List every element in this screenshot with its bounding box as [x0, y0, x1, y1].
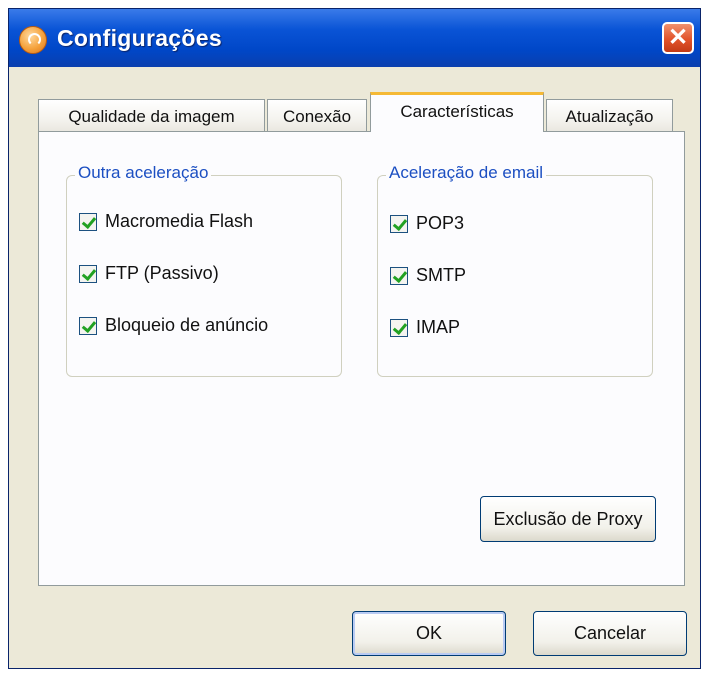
- checkbox-label: SMTP: [416, 265, 467, 285]
- tab-conexao[interactable]: Conexão: [267, 99, 367, 133]
- checkmark-icon[interactable]: [79, 213, 97, 231]
- checkmark-icon[interactable]: [390, 215, 408, 233]
- checkmark-icon[interactable]: [390, 267, 408, 285]
- checkmark-icon[interactable]: [79, 317, 97, 335]
- tab-qualidade-da-imagem[interactable]: Qualidade da imagem: [38, 99, 265, 133]
- checkbox-label: FTP (Passivo): [105, 263, 219, 283]
- ok-button[interactable]: OK: [352, 611, 506, 656]
- title-bar[interactable]: Configurações ✕: [9, 9, 700, 67]
- checkbox-label: IMAP: [416, 317, 461, 337]
- group-legend-outra-aceleracao: Outra aceleração: [75, 163, 212, 183]
- checkbox-label: Macromedia Flash: [105, 211, 254, 231]
- group-aceleracao-de-email: Aceleração de email POP3 SMTP IMAP: [377, 163, 653, 377]
- checkbox-label: Bloqueio de anúncio: [105, 315, 269, 335]
- group-legend-aceleracao-de-email: Aceleração de email: [386, 163, 547, 183]
- group-outra-aceleracao: Outra aceleração Macromedia Flash FTP (P…: [66, 163, 342, 377]
- close-button[interactable]: ✕: [662, 22, 694, 54]
- checkmark-icon[interactable]: [79, 265, 97, 283]
- tab-atualizacao[interactable]: Atualização: [546, 99, 673, 133]
- tab-panel-caracteristicas: Outra aceleração Macromedia Flash FTP (P…: [38, 131, 685, 586]
- window-title: Configurações: [57, 25, 222, 51]
- settings-window: Configurações ✕ Qualidade da imagem Cone…: [8, 8, 701, 669]
- checkmark-icon[interactable]: [390, 319, 408, 337]
- close-icon: ✕: [667, 24, 689, 51]
- tab-caracteristicas[interactable]: Características: [370, 92, 544, 132]
- cancel-button[interactable]: Cancelar: [533, 611, 687, 656]
- app-logo-icon: [19, 26, 47, 54]
- proxy-exclusion-button[interactable]: Exclusão de Proxy: [480, 496, 656, 542]
- checkbox-label: POP3: [416, 213, 465, 233]
